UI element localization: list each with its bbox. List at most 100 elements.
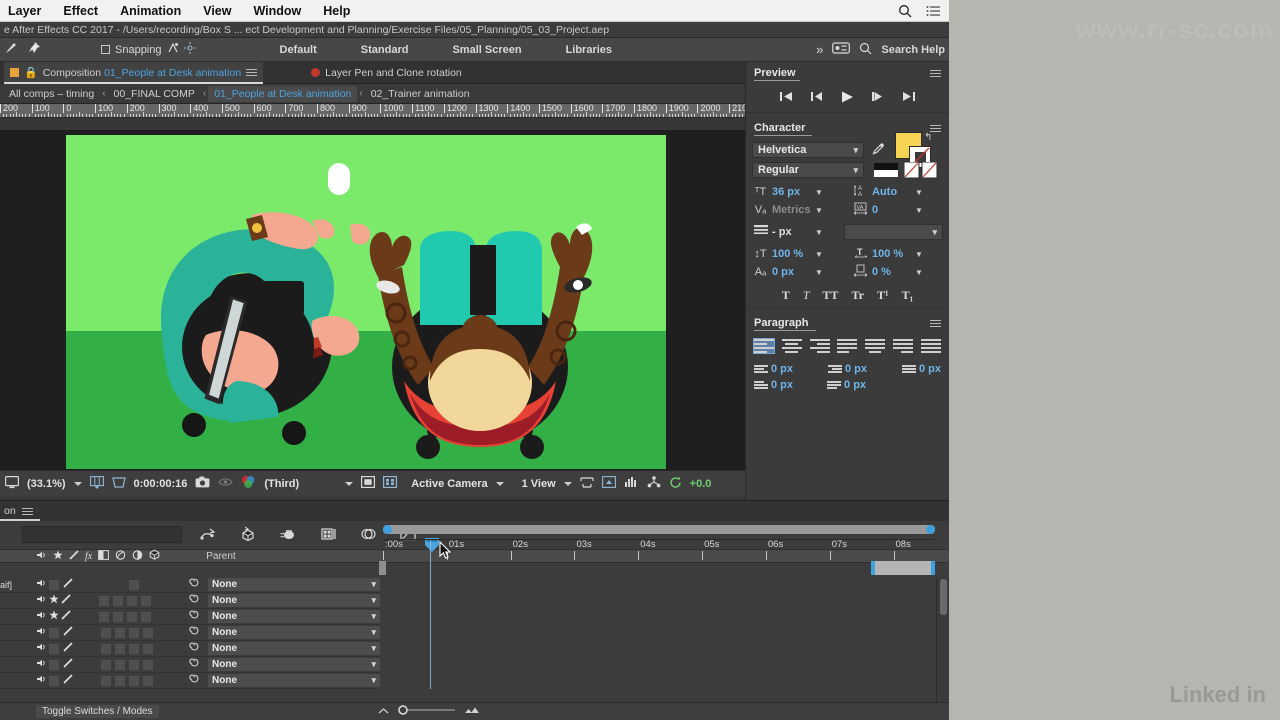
audio-toggle-icon[interactable] [36,626,47,639]
toggle-switches-modes-button[interactable]: Toggle Switches / Modes [36,705,159,718]
breadcrumb-final-comp[interactable]: 00_FINAL COMP [108,88,201,100]
switch-box[interactable] [143,675,153,686]
parent-pickwhip-icon[interactable] [189,674,200,688]
leading-value[interactable]: Auto [872,186,912,198]
switch-box[interactable] [129,627,139,638]
menu-item-window[interactable]: Window [253,4,301,18]
lock-icon[interactable]: 🔒 [24,66,38,79]
table-row[interactable]: None ▾ [0,593,380,609]
search-icon[interactable] [898,4,912,18]
switch-box[interactable] [115,627,125,638]
font-size-value[interactable]: 36 px [772,186,812,198]
chevron-down-icon-tracking[interactable]: ▼ [915,206,923,215]
search-help-label[interactable]: Search Help [881,44,945,56]
timeline-panel-menu-icon[interactable] [21,506,33,517]
layer-switches[interactable] [36,674,73,687]
parent-select[interactable]: None ▾ [208,626,380,639]
switch-box[interactable] [101,643,111,654]
indent-first-value[interactable]: 0 px [771,379,793,391]
zoom-in-icon[interactable] [464,706,479,718]
menu-item-animation[interactable]: Animation [120,4,181,18]
subscript-button[interactable]: T₁ [902,288,914,303]
chevron-down-icon-camera[interactable] [495,481,504,486]
parent-select[interactable]: None ▾ [208,674,380,687]
zoom-level[interactable]: (33.1%) [27,478,66,490]
show-snapshot-icon[interactable] [218,477,234,490]
toggle-mask-icon[interactable] [361,476,376,491]
work-area-start-handle[interactable] [379,561,386,575]
solo-toggle-empty[interactable] [49,675,59,686]
layer-switches[interactable] [36,610,71,623]
pin-tool-icon[interactable] [27,41,41,58]
layer-name[interactable]: aif] [0,580,32,590]
switch-box[interactable] [113,595,123,606]
snapshot-icon[interactable] [195,476,210,491]
layer-switches[interactable] [36,642,73,655]
zoom-out-icon[interactable] [377,706,390,718]
work-area-end-handle[interactable] [871,561,935,575]
motion-blur-icon[interactable] [280,527,297,544]
audio-toggle-icon[interactable] [36,578,47,591]
faux-bold-button[interactable]: T [782,288,790,303]
switch-box[interactable] [99,611,109,622]
switch-box[interactable] [115,643,125,654]
list-icon[interactable] [926,5,941,17]
table-row[interactable]: None ▾ [0,641,380,657]
snapping-checkbox[interactable] [101,45,110,54]
chevron-down-icon-vscale[interactable]: ▼ [815,250,823,259]
audio-toggle-icon[interactable] [36,594,47,607]
table-row[interactable]: None ▾ [0,673,380,689]
snap-anchor-icon[interactable] [167,42,179,57]
indent-left-value[interactable]: 0 px [771,363,793,375]
workspace-libraries[interactable]: Libraries [544,44,634,56]
monitor-icon[interactable] [5,475,20,492]
switch-box[interactable] [129,675,139,686]
timeline-tab[interactable]: on [0,501,949,521]
fast-previews-icon[interactable] [601,476,616,491]
table-row[interactable]: None ▾ [0,609,380,625]
parent-select[interactable]: None ▾ [208,594,380,607]
switch-box[interactable] [127,595,137,606]
tab-composition[interactable]: 🔒 Composition 01_People at Desk animatio… [4,61,264,84]
layer-switch-boxes[interactable] [101,579,141,590]
timeline-vertical-scrollbar[interactable] [936,577,949,707]
leading-field[interactable]: AA Auto ▼ [852,184,940,200]
chevron-down-icon-hscale[interactable]: ▼ [915,250,923,259]
tsume-field[interactable]: 0 % ▼ [852,264,940,280]
kerning-value[interactable]: Metrics [772,204,812,216]
horizontal-scale-value[interactable]: 100 % [872,248,912,260]
menu-item-view[interactable]: View [203,4,231,18]
composition-canvas[interactable]: 人人素材 [66,135,666,469]
audio-toggle-icon[interactable] [36,610,47,623]
workspace-overflow-icon[interactable]: » [816,42,823,57]
stroke-width-value[interactable]: - px [772,226,812,238]
switch-box[interactable] [143,643,153,654]
switch-box[interactable] [113,611,123,622]
breadcrumb-trainer-animation[interactable]: 02_Trainer animation [365,88,476,100]
audio-toggle-icon[interactable] [36,674,47,687]
justify-last-center-button[interactable] [865,339,886,353]
parent-pickwhip-icon[interactable] [189,578,200,592]
chevron-down-icon-stroke[interactable]: ▼ [815,228,823,237]
font-style-select[interactable]: Regular ▾ [752,162,864,178]
tab-layer[interactable]: Layer Pen and Clone rotation [305,62,468,84]
justify-last-right-button[interactable] [893,339,914,353]
paragraph-panel-menu-icon[interactable] [930,318,941,329]
vertical-scale-field[interactable]: ↕T 100 % ▼ [752,248,840,260]
parent-pickwhip-icon[interactable] [189,642,200,656]
resolution-value[interactable]: (Third) [264,478,299,490]
shy-icon[interactable] [200,527,216,544]
space-before-value[interactable]: 0 px [919,363,941,375]
solo-toggle-empty[interactable] [49,643,59,654]
solo-toggle-empty[interactable] [49,659,59,670]
lock-toggle-icon[interactable] [61,594,71,607]
chevron-down-icon-zoom[interactable] [73,481,82,486]
stroke-width-field[interactable]: - px ▼ [752,225,836,239]
workspace-standard[interactable]: Standard [339,44,431,56]
chevron-down-icon-kerning[interactable]: ▼ [815,206,823,215]
lock-toggle-icon[interactable] [61,610,71,623]
breadcrumb-people-at-desk[interactable]: 01_People at Desk animation [208,85,358,102]
time-ruler[interactable]: :00s 01s 02s 03s 04s 05s 06s 07s 08s [379,521,935,577]
exposure-value[interactable]: +0.0 [690,478,712,490]
all-caps-button[interactable]: TT [823,288,839,303]
